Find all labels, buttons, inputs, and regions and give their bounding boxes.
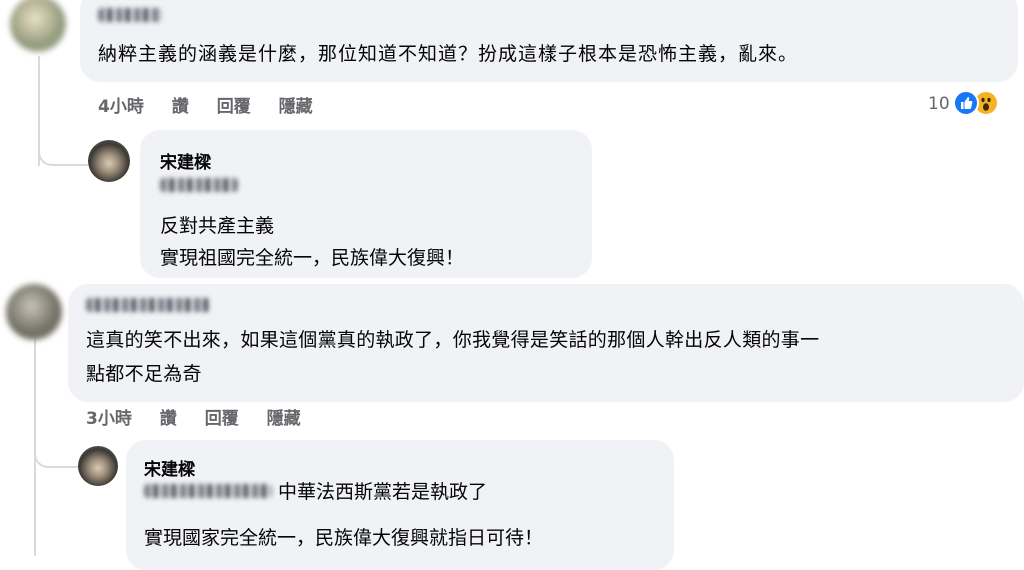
hide-button[interactable]: 隱藏 <box>279 97 313 117</box>
comment-actions: 4小時 讚 回覆 隱藏 <box>98 92 335 117</box>
reply-author[interactable]: 宋建樑 <box>160 148 211 173</box>
comment-actions: 3小時 讚 回覆 隱藏 <box>86 404 323 429</box>
reply-text-line: 中華法西斯黨若是執政了 <box>278 481 488 503</box>
blurred-mention <box>144 484 272 498</box>
reaction-count[interactable]: 10 <box>928 94 950 114</box>
blurred-author-name[interactable] <box>98 8 162 22</box>
comment-text: 納粹主義的涵義是什麼，那位知道不知道？扮成這樣子根本是恐怖主義，亂來。 <box>98 43 799 65</box>
like-button[interactable]: 讚 <box>172 97 189 117</box>
avatar[interactable] <box>88 140 130 182</box>
thread-connector <box>38 130 88 166</box>
comment-time[interactable]: 3小時 <box>86 409 132 429</box>
reply-button[interactable]: 回覆 <box>205 409 239 429</box>
reply-text-line: 反對共產主義 <box>160 215 275 237</box>
comment-time[interactable]: 4小時 <box>98 97 144 117</box>
comment-text-line: 點都不足為奇 <box>86 363 202 385</box>
reply-text-line: 實現祖國完全統一，民族偉大復興！ <box>160 247 465 269</box>
avatar[interactable] <box>10 0 66 52</box>
blurred-author-name[interactable] <box>86 298 210 312</box>
reply-text-line: 實現國家完全統一，民族偉大復興就指日可待！ <box>144 527 544 549</box>
like-icon <box>953 90 979 116</box>
like-button[interactable]: 讚 <box>160 409 177 429</box>
thread-connector <box>34 430 82 468</box>
reply-button[interactable]: 回覆 <box>217 97 251 117</box>
avatar[interactable] <box>78 446 118 486</box>
hide-button[interactable]: 隱藏 <box>267 409 301 429</box>
comment-text-line: 這真的笑不出來，如果這個黨真的執政了，你我覺得是笑話的那個人幹出反人類的事一 <box>86 329 820 351</box>
blurred-mention <box>160 178 238 192</box>
avatar[interactable] <box>6 284 62 340</box>
reply-author[interactable]: 宋建樑 <box>144 455 195 480</box>
